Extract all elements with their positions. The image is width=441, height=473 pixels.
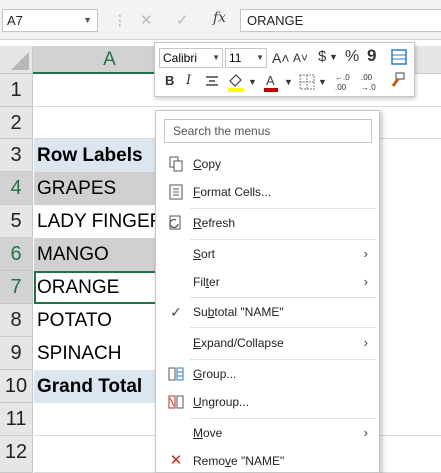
- row-header-2[interactable]: 2: [0, 107, 33, 139]
- font-name-value: Calibri: [163, 51, 198, 65]
- menu-item-sort[interactable]: Sort ›: [156, 240, 379, 268]
- chevron-right-icon: ›: [363, 246, 368, 261]
- menu-item-copy[interactable]: Copy: [156, 150, 379, 178]
- row-header-3[interactable]: 3: [0, 139, 33, 172]
- chevron-right-icon: ›: [363, 335, 368, 350]
- row-header-1[interactable]: 1: [0, 74, 33, 107]
- fill-color-icon[interactable]: [227, 72, 245, 92]
- menu-item-label: Remove "NAME": [193, 454, 285, 468]
- cancel-icon[interactable]: ✕: [140, 11, 153, 29]
- formula-input[interactable]: ORANGE: [240, 9, 441, 32]
- menu-item-label: Group...: [193, 367, 237, 381]
- name-box-value: A7: [7, 13, 23, 28]
- group-icon: [168, 367, 184, 381]
- menu-item-label: Move: [193, 426, 223, 440]
- excel-window: { "formula_bar": { "name_box": "A7", "ca…: [0, 0, 441, 473]
- row-header-6[interactable]: 6: [0, 238, 33, 271]
- formula-value: ORANGE: [247, 13, 304, 28]
- menu-item-label: Copy: [193, 157, 222, 171]
- menu-item-label: Sort: [193, 247, 216, 261]
- ungroup-icon: [168, 395, 184, 409]
- decrease-font-size-button[interactable]: A˅: [293, 49, 308, 67]
- row-header-4[interactable]: 4: [0, 172, 33, 205]
- menu-item-format-cells[interactable]: Format Cells...: [156, 178, 379, 206]
- format-painter-icon[interactable]: [388, 72, 406, 90]
- font-color-icon[interactable]: A: [263, 72, 279, 92]
- align-center-icon[interactable]: [205, 75, 219, 89]
- decrease-decimal-button[interactable]: .00 →.0: [361, 73, 383, 93]
- menu-item-group[interactable]: Group...: [156, 360, 379, 388]
- percent-style-button[interactable]: %: [345, 48, 359, 66]
- refresh-icon: [169, 215, 181, 230]
- formula-bar-grip-icon: ⋮: [113, 12, 128, 28]
- remove-x-icon: ✕: [169, 452, 183, 469]
- chevron-down-icon[interactable]: ▼: [83, 10, 92, 31]
- select-all-corner[interactable]: [0, 46, 33, 74]
- menu-item-label: Ungroup...: [193, 395, 250, 409]
- chevron-down-icon[interactable]: ▼: [329, 48, 338, 66]
- copy-icon: [169, 156, 183, 172]
- font-size-value: 11: [229, 51, 242, 65]
- select-all-triangle-icon: [11, 52, 29, 70]
- search-menus-input[interactable]: Search the menus: [164, 119, 372, 143]
- chevron-down-icon[interactable]: ▼: [212, 49, 220, 67]
- increase-font-size-button[interactable]: A˄: [272, 49, 290, 67]
- row-header-12[interactable]: 12: [0, 436, 33, 473]
- menu-item-subtotal[interactable]: ✓ Subtotal "NAME": [156, 298, 379, 326]
- increase-decimal-button[interactable]: ←.0 .00: [335, 73, 357, 93]
- name-box[interactable]: A7 ▼: [2, 9, 98, 32]
- menu-item-label: Filter: [193, 275, 220, 289]
- chevron-down-icon[interactable]: ▼: [248, 73, 257, 91]
- menu-item-refresh[interactable]: Refresh: [156, 209, 379, 237]
- bold-button[interactable]: B: [165, 72, 174, 90]
- row-header-11[interactable]: 11: [0, 403, 33, 436]
- comma-style-button[interactable]: 9: [367, 47, 376, 65]
- borders-icon[interactable]: [299, 74, 315, 90]
- currency-format-button[interactable]: $: [318, 48, 326, 66]
- row-header-10[interactable]: 10: [0, 370, 33, 403]
- svg-text:A: A: [266, 73, 275, 88]
- font-size-box[interactable]: 11 ▼: [225, 48, 267, 68]
- chevron-down-icon[interactable]: ▼: [284, 73, 293, 91]
- font-name-box[interactable]: Calibri ▼: [159, 48, 223, 68]
- menu-item-filter[interactable]: Filter ›: [156, 268, 379, 296]
- format-table-icon[interactable]: [391, 49, 407, 65]
- menu-item-label: Refresh: [193, 216, 236, 230]
- insert-function-button[interactable]: fx: [213, 10, 226, 26]
- menu-item-move[interactable]: Move ›: [156, 419, 379, 447]
- row-header-7[interactable]: 7: [0, 271, 33, 304]
- menu-item-label: Expand/Collapse: [193, 336, 284, 350]
- formula-bar: A7 ▼ ⋮ ✕ ✓ fx ORANGE: [0, 0, 441, 40]
- mini-toolbar: Calibri ▼ 11 ▼ A˄ A˅ $ ▼ % 9 B I ▼ A ▼ ▼…: [154, 42, 415, 97]
- menu-item-remove[interactable]: ✕ Remove "NAME": [156, 447, 379, 473]
- chevron-right-icon: ›: [363, 425, 368, 440]
- menu-item-label: Subtotal "NAME": [193, 305, 284, 319]
- italic-button[interactable]: I: [186, 72, 191, 90]
- menu-item-label: Format Cells...: [193, 185, 272, 199]
- menu-divider: [190, 327, 376, 328]
- chevron-down-icon[interactable]: ▼: [256, 49, 264, 67]
- context-menu: Search the menus Copy Format Cells... Re…: [155, 110, 380, 473]
- row-header-8[interactable]: 8: [0, 304, 33, 337]
- chevron-right-icon: ›: [363, 274, 368, 289]
- checkmark-icon: ✓: [170, 304, 182, 320]
- menu-item-ungroup[interactable]: Ungroup...: [156, 388, 379, 416]
- menu-item-expand-collapse[interactable]: Expand/Collapse ›: [156, 329, 379, 357]
- enter-icon[interactable]: ✓: [176, 11, 189, 29]
- format-cells-icon: [169, 184, 183, 200]
- chevron-down-icon[interactable]: ▼: [318, 73, 327, 91]
- row-header-5[interactable]: 5: [0, 205, 33, 238]
- row-header-9[interactable]: 9: [0, 337, 33, 370]
